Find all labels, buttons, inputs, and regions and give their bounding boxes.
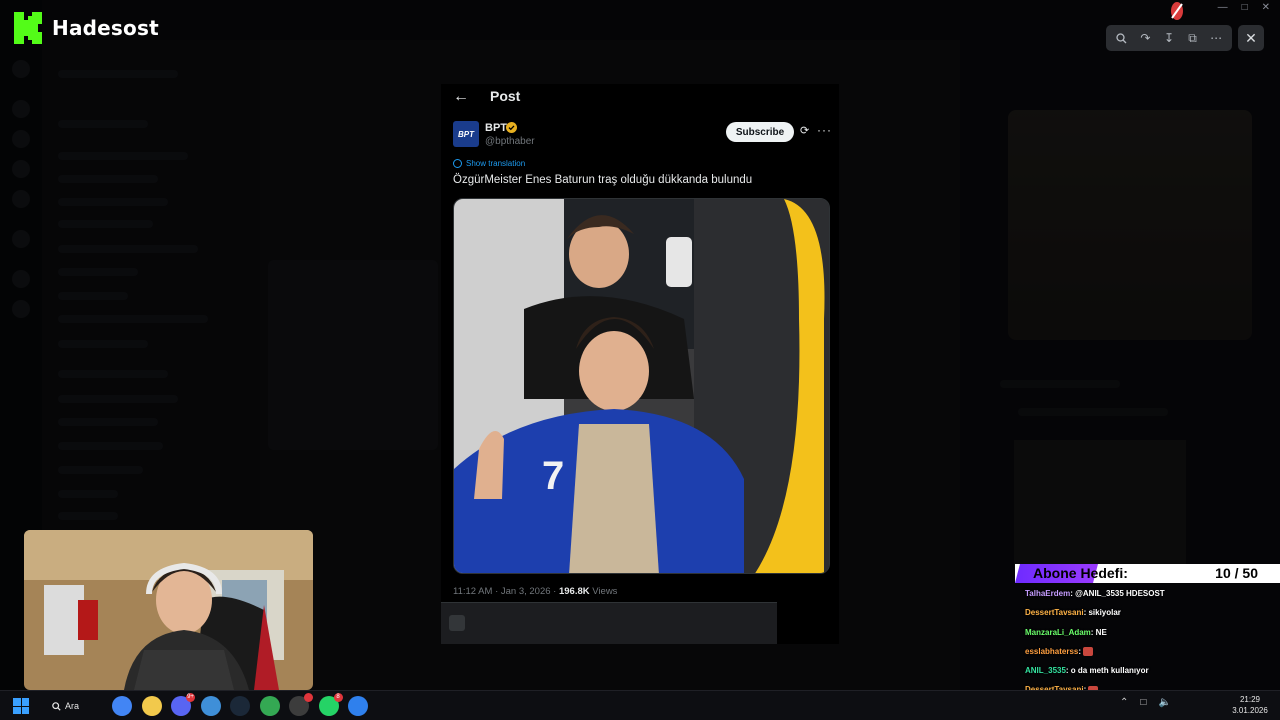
steam-icon[interactable] bbox=[230, 696, 250, 716]
record-icon bbox=[1171, 2, 1183, 20]
barbershop-photo: 7 bbox=[454, 199, 829, 573]
search-icon bbox=[52, 701, 61, 711]
chat-username[interactable]: TalhaErdem bbox=[1025, 589, 1070, 598]
system-tray: ⌃ □ 🔈 bbox=[1120, 697, 1171, 708]
chat-message: TalhaErdem: @ANIL_3535 HDESOST bbox=[1025, 588, 1275, 607]
translate-icon bbox=[453, 159, 462, 168]
taskbar-clock[interactable]: 21:29 3.01.2026 bbox=[1230, 694, 1270, 716]
discord-icon[interactable]: 9+ bbox=[171, 693, 195, 716]
whatsapp-icon[interactable]: 8 bbox=[318, 693, 343, 716]
volume-icon[interactable]: 🔈 bbox=[1158, 697, 1170, 708]
show-translation-link[interactable]: Show translation bbox=[453, 159, 525, 168]
views-count: 196.8K bbox=[558, 586, 590, 597]
kick-logo-icon bbox=[14, 12, 42, 44]
network-icon[interactable]: □ bbox=[1140, 697, 1146, 708]
streamlabs-icon[interactable] bbox=[348, 696, 368, 716]
clock-date: 3.01.2026 bbox=[1232, 706, 1268, 715]
image-viewer-toolbar: ↷ ↧ ⧉ ⋯ bbox=[1106, 25, 1232, 51]
zoom-in-icon[interactable] bbox=[1113, 29, 1131, 47]
close-icon[interactable]: ✕ bbox=[1238, 25, 1264, 51]
chat-text: : @ANIL_3535 HDESOST bbox=[1070, 589, 1165, 598]
window-close-icon[interactable]: ✕ bbox=[1262, 2, 1270, 13]
post-meta: 11:12 AM · Jan 3, 2026 · 196.8K Views bbox=[453, 586, 617, 597]
tweet-photo[interactable]: 7 bbox=[453, 198, 830, 574]
window-controls: — □ ✕ bbox=[1218, 2, 1270, 13]
maximize-icon[interactable]: □ bbox=[1242, 2, 1248, 13]
grok-icon[interactable]: ⟳ bbox=[800, 125, 812, 137]
obs-icon[interactable] bbox=[289, 693, 313, 716]
verified-badge-icon bbox=[506, 122, 517, 133]
reply-avatar-icon bbox=[449, 615, 465, 631]
windows-start-icon[interactable] bbox=[13, 698, 29, 714]
channel-name: Hadesost bbox=[52, 16, 159, 40]
download-icon[interactable]: ↧ bbox=[1160, 29, 1178, 47]
post-timestamp[interactable]: 11:12 AM · Jan 3, 2026 · bbox=[453, 586, 559, 597]
app-icon[interactable] bbox=[200, 696, 221, 716]
streamer-camera bbox=[24, 530, 313, 690]
reply-bar[interactable] bbox=[441, 602, 777, 644]
goal-count: 10 / 50 bbox=[1215, 565, 1258, 581]
chat-text: : sikiyolar bbox=[1083, 608, 1121, 618]
minimize-icon[interactable]: — bbox=[1218, 2, 1228, 13]
views-label: Views bbox=[589, 586, 618, 597]
goal-label: Abone Hedefi: bbox=[1033, 565, 1128, 581]
tweet-text: ÖzgürMeister Enes Baturun traş olduğu dü… bbox=[453, 174, 753, 186]
author-handle[interactable]: @bpthaber bbox=[485, 136, 535, 147]
tweet-post: ← Post BPT BPT @bpthaber Subscribe ⟳ ···… bbox=[441, 84, 839, 644]
taskbar-search[interactable]: Ara bbox=[52, 698, 79, 714]
clock-time: 21:29 bbox=[1239, 695, 1261, 704]
notification-badge: 9+ bbox=[186, 693, 195, 702]
open-external-icon[interactable]: ⧉ bbox=[1184, 29, 1202, 47]
post-more-icon[interactable]: ··· bbox=[817, 123, 832, 137]
post-header-title: Post bbox=[490, 88, 521, 104]
chat-username[interactable]: DessertTavsani bbox=[1025, 608, 1084, 617]
chat-username[interactable]: esslabhaterss bbox=[1025, 647, 1078, 656]
subscribe-button[interactable]: Subscribe bbox=[726, 122, 794, 142]
search-label: Ara bbox=[65, 701, 80, 711]
back-arrow-icon[interactable]: ← bbox=[453, 88, 469, 106]
subscriber-goal-bar: Abone Hedefi: 10 / 50 bbox=[1015, 564, 1280, 583]
chat-text: : bbox=[1078, 646, 1082, 656]
show-translation-label: Show translation bbox=[466, 159, 526, 168]
chat-emote-icon bbox=[1083, 647, 1094, 657]
screen: — □ ✕ Hadesost ↷ ↧ ⧉ ⋯ ✕ ← Post BPT BPT … bbox=[0, 0, 1280, 720]
chat-username[interactable]: ANIL_3535 bbox=[1025, 666, 1066, 675]
webcam-feed bbox=[24, 530, 313, 690]
notification-badge: 8 bbox=[333, 693, 343, 702]
file-explorer-icon[interactable] bbox=[141, 696, 162, 716]
share-icon[interactable]: ↷ bbox=[1136, 29, 1154, 47]
chat-username[interactable]: ManzaraLi_Adam bbox=[1025, 628, 1091, 637]
chat-message: ANIL_3535: o da meth kullanıyor bbox=[1025, 665, 1275, 684]
taskbar: Ara 9+ 8 ⌃ □ 🔈 21:29 3.01.2026 bbox=[0, 690, 1280, 720]
chat-message: esslabhaterss: bbox=[1025, 646, 1275, 665]
chat-message: DessertTavsani: sikiyolar bbox=[1025, 607, 1275, 626]
chat-text: : o da meth kullanıyor bbox=[1065, 666, 1149, 676]
avatar[interactable]: BPT bbox=[453, 121, 479, 147]
more-icon[interactable]: ⋯ bbox=[1207, 29, 1225, 47]
svg-text:7: 7 bbox=[542, 454, 564, 498]
notification-badge bbox=[304, 693, 313, 702]
chrome-icon[interactable] bbox=[112, 696, 132, 716]
chat-text: : NE bbox=[1090, 627, 1107, 637]
chat-message: ManzaraLi_Adam: NE bbox=[1025, 627, 1275, 646]
stream-brand: Hadesost bbox=[14, 12, 159, 44]
chrome-alt-icon[interactable] bbox=[259, 696, 280, 716]
tray-chevron-icon[interactable]: ⌃ bbox=[1120, 697, 1128, 708]
author-name[interactable]: BPT bbox=[485, 122, 507, 134]
